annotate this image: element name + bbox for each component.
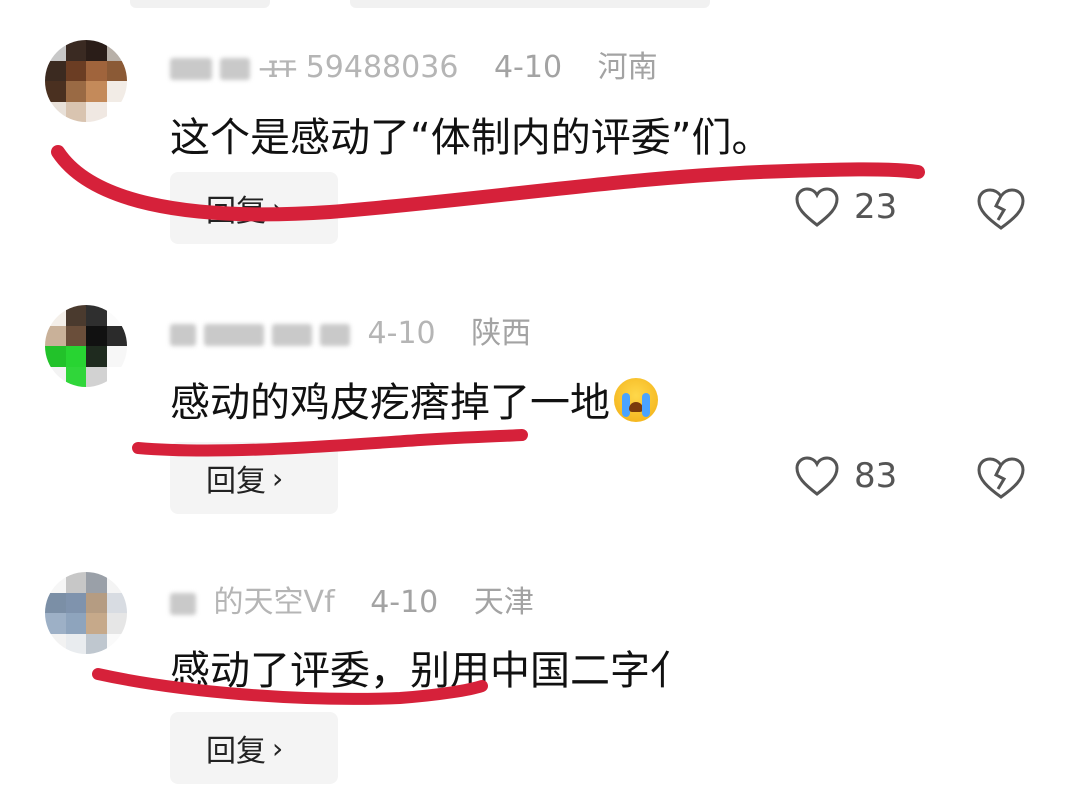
reply-button[interactable]: 回复 ›	[170, 712, 338, 784]
avatar-pixel	[45, 346, 66, 367]
avatar-pixel	[65, 81, 86, 102]
avatar-pixel	[45, 325, 66, 346]
comment-region: 河南	[597, 50, 658, 85]
avatar-pixel	[86, 40, 107, 61]
chevron-right-icon: ›	[272, 731, 284, 765]
avatar-pixel	[65, 613, 86, 634]
avatar-pixel	[106, 101, 127, 122]
comment-text-content: 感动的鸡皮疙瘩掉了一地	[170, 380, 610, 426]
avatar-pixel	[106, 325, 127, 346]
avatar-pixel	[65, 101, 86, 122]
avatar[interactable]	[45, 40, 127, 122]
avatar-pixel	[86, 613, 107, 634]
like-count: 23	[854, 187, 898, 227]
avatar-pixel	[45, 60, 66, 81]
avatar-pixel	[45, 101, 66, 122]
avatar-pixel	[45, 81, 66, 102]
comment-date: 4-10	[367, 316, 436, 351]
avatar-pixel	[45, 572, 66, 593]
blurred-username	[170, 57, 212, 80]
avatar-pixel	[65, 40, 86, 61]
dislike-button[interactable]	[975, 455, 1027, 505]
blurred-username	[204, 323, 264, 346]
avatar-pixel	[65, 346, 86, 367]
like-button[interactable]: 83	[794, 455, 897, 497]
avatar-pixel	[45, 613, 66, 634]
like-button[interactable]: 23	[794, 186, 897, 228]
blurred-username	[320, 323, 350, 346]
chevron-right-icon: ›	[272, 191, 284, 225]
blurred-username	[170, 592, 196, 615]
heart-icon	[795, 187, 839, 227]
avatar-pixel	[106, 60, 127, 81]
reply-label: 回复	[206, 734, 266, 769]
avatar-pixel	[45, 366, 66, 387]
comment-date: 4-10	[370, 585, 439, 620]
crying-face-emoji-icon	[614, 378, 658, 422]
avatar[interactable]	[45, 572, 127, 654]
avatar-pixel	[65, 592, 86, 613]
avatar-pixel	[106, 81, 127, 102]
blurred-username	[272, 323, 312, 346]
avatar-pixel	[86, 60, 107, 81]
comment-meta: 4-10 陕西	[170, 308, 531, 352]
reply-label: 回复	[206, 464, 266, 499]
avatar-pixel	[65, 325, 86, 346]
avatar-pixel	[86, 592, 107, 613]
avatar-pixel	[86, 101, 107, 122]
reply-button[interactable]: 回复 ›	[170, 442, 338, 514]
username-partial[interactable]: 的天空Vf	[214, 585, 335, 620]
avatar-pixel	[106, 366, 127, 387]
avatar-pixel	[106, 613, 127, 634]
avatar-pixel	[65, 60, 86, 81]
comment-text: 这个是感动了“体制内的评委”们。	[170, 115, 772, 161]
avatar-pixel	[86, 325, 107, 346]
avatar-pixel	[106, 346, 127, 367]
avatar-pixel	[86, 346, 107, 367]
username-partial[interactable]: ɪ̶ᴛ̶ 59488036	[268, 50, 459, 85]
avatar-pixel	[86, 81, 107, 102]
reply-button[interactable]: 回复 ›	[170, 172, 338, 244]
comment-text: 感动了评委，别用中国二字亻	[170, 648, 690, 694]
avatar-pixel	[45, 633, 66, 654]
avatar[interactable]	[45, 305, 127, 387]
avatar-pixel	[45, 40, 66, 61]
reply-label: 回复	[206, 194, 266, 229]
chevron-right-icon: ›	[272, 461, 284, 495]
edge-fade	[700, 630, 1080, 790]
previous-comment-remnant	[350, 0, 710, 8]
dislike-button[interactable]	[975, 186, 1027, 236]
avatar-pixel	[106, 572, 127, 593]
avatar-pixel	[106, 592, 127, 613]
avatar-pixel	[45, 305, 66, 326]
avatar-pixel	[65, 305, 86, 326]
avatar-pixel	[86, 366, 107, 387]
broken-heart-icon	[977, 188, 1025, 230]
comment-region: 陕西	[471, 316, 532, 351]
avatar-pixel	[45, 592, 66, 613]
avatar-pixel	[65, 366, 86, 387]
comment-date: 4-10	[493, 50, 563, 85]
heart-icon	[795, 456, 839, 496]
blurred-username	[220, 57, 250, 80]
avatar-pixel	[86, 633, 107, 654]
avatar-pixel	[106, 40, 127, 61]
blurred-username	[170, 323, 196, 346]
avatar-pixel	[86, 305, 107, 326]
avatar-pixel	[106, 633, 127, 654]
comment-meta: 的天空Vf 4-10 天津	[170, 577, 534, 621]
comment-text: 感动的鸡皮疙瘩掉了一地	[170, 370, 658, 428]
avatar-pixel	[86, 572, 107, 593]
previous-comment-remnant	[130, 0, 270, 8]
like-count: 83	[854, 456, 898, 496]
comment-meta: ɪ̶ᴛ̶ 59488036 4-10 河南	[170, 42, 658, 86]
avatar-pixel	[65, 572, 86, 593]
broken-heart-icon	[977, 457, 1025, 499]
comment-region: 天津	[473, 585, 534, 620]
avatar-pixel	[106, 305, 127, 326]
avatar-pixel	[65, 633, 86, 654]
